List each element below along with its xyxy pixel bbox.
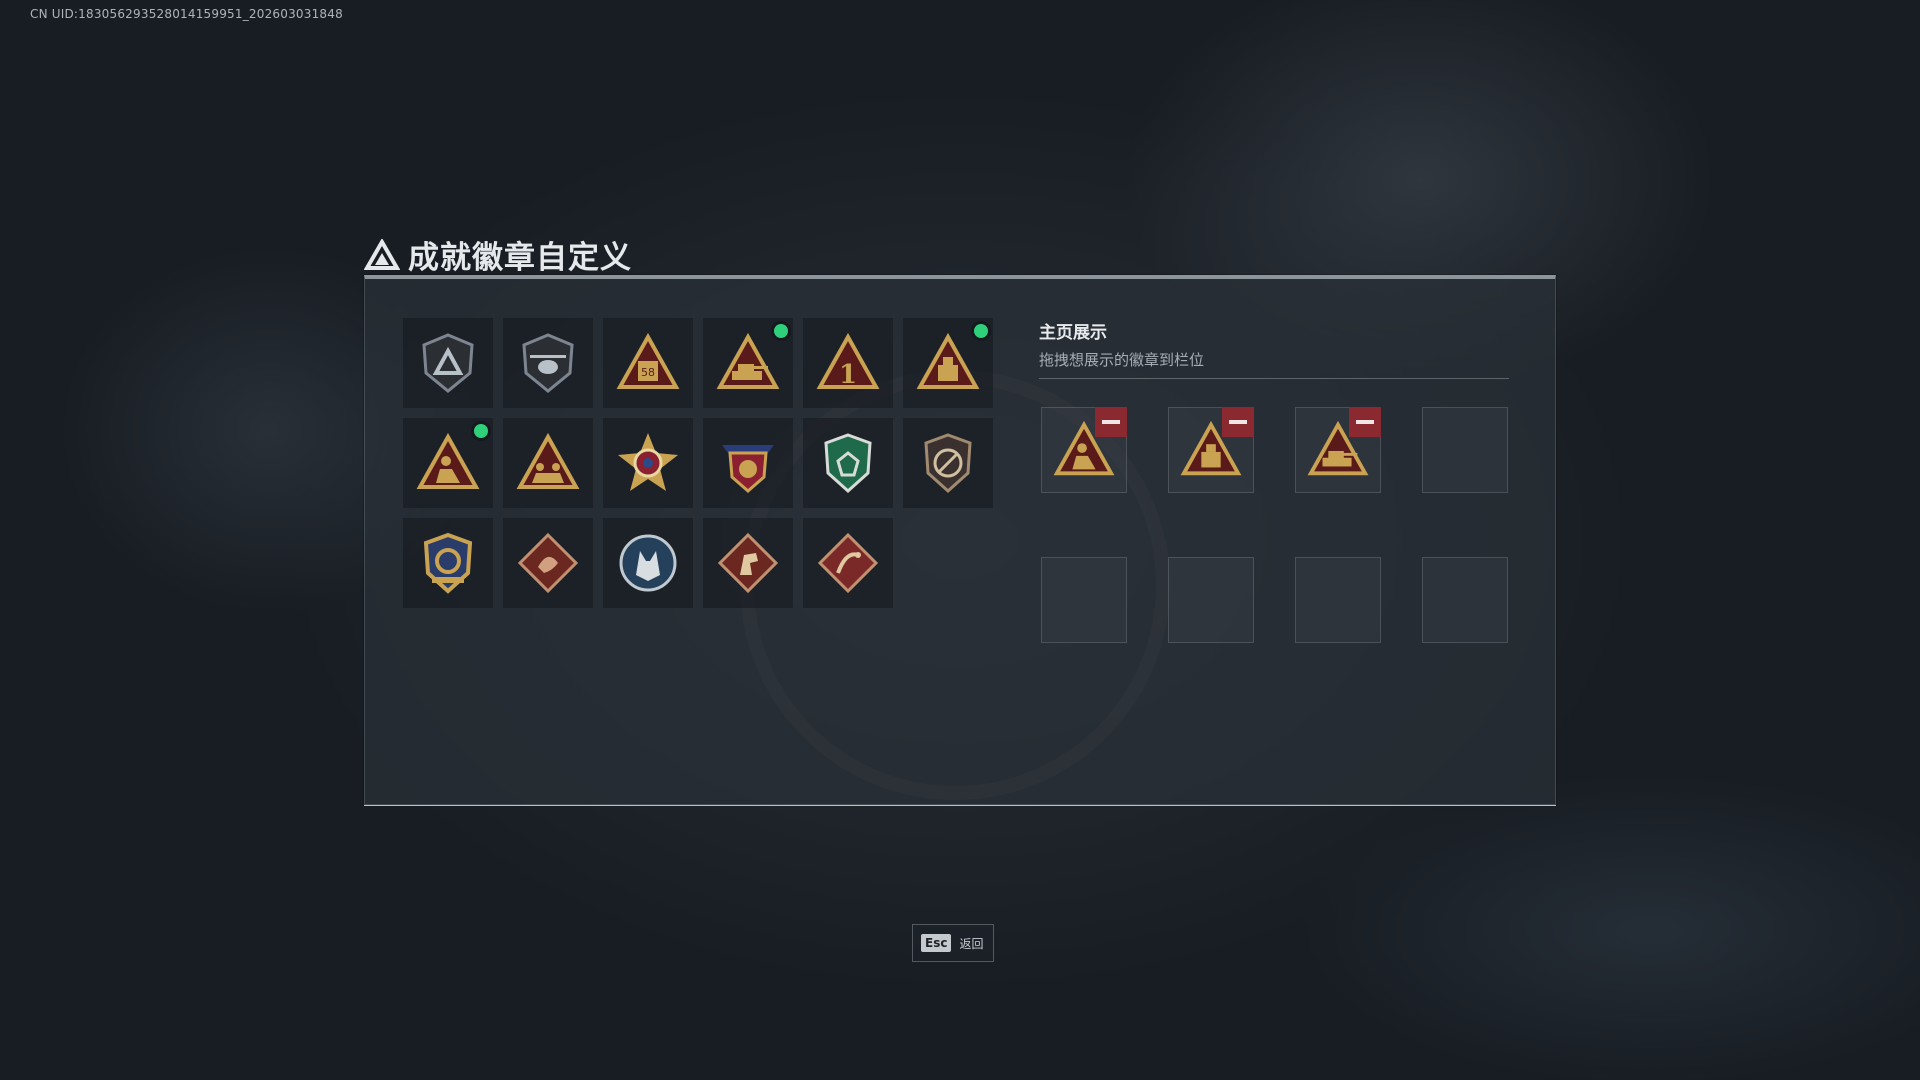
showcase-header: 主页展示 拖拽想展示的徽章到栏位 [1039, 318, 1509, 379]
uid-label: CN UID:183056293528014159951_20260303184… [30, 7, 343, 21]
triangle-tank-icon [716, 332, 780, 389]
eagle-crest-icon [722, 445, 774, 493]
remove-badge-button[interactable] [1095, 407, 1127, 437]
green-shield-icon [824, 433, 872, 494]
svg-text:1: 1 [839, 360, 857, 390]
badge-item[interactable] [803, 518, 893, 608]
hex-shield-triangle-icon [422, 333, 474, 393]
badge-item[interactable] [603, 418, 693, 508]
badge-item[interactable] [503, 318, 593, 408]
showcase-title: 主页展示 [1039, 323, 1107, 343]
badge-item[interactable]: 58 [603, 318, 693, 408]
badge-item[interactable] [903, 318, 993, 408]
minus-icon [1229, 420, 1247, 424]
badge-item[interactable] [803, 418, 893, 508]
svg-text:58: 58 [641, 366, 655, 379]
star-compass-icon [618, 433, 678, 491]
no-weapon-shield-icon [924, 433, 972, 494]
esc-key-hint: Esc [921, 934, 952, 952]
badge-item[interactable] [703, 518, 793, 608]
badge-item[interactable]: 1 [803, 318, 893, 408]
showcase-subtitle: 拖拽想展示的徽章到栏位 [1039, 351, 1205, 369]
page-title: 成就徽章自定义 [408, 240, 632, 276]
showcase-slots [1041, 407, 1508, 643]
showcase-slot-empty[interactable] [1041, 557, 1127, 643]
showcase-slot-empty[interactable] [1295, 557, 1381, 643]
new-indicator-dot [974, 324, 988, 338]
badge-item[interactable] [403, 418, 493, 508]
remove-badge-button[interactable] [1349, 407, 1381, 437]
badge-item[interactable] [403, 318, 493, 408]
badge-item[interactable] [403, 518, 493, 608]
triangle-58-icon: 58 [616, 332, 680, 389]
badge-item[interactable] [703, 318, 793, 408]
triangle-number-one-icon: 1 [816, 332, 880, 390]
showcase-slot-empty[interactable] [1168, 557, 1254, 643]
minus-icon [1356, 420, 1374, 424]
gold-crest-icon [423, 532, 473, 594]
triangle-crate-icon [916, 332, 980, 389]
minus-icon [1102, 420, 1120, 424]
helicopter-shield-icon [522, 333, 574, 393]
badge-item[interactable] [503, 518, 593, 608]
showcase-slot-filled[interactable] [1295, 407, 1381, 493]
new-indicator-dot [474, 424, 488, 438]
triangle-soldier-icon [416, 432, 480, 489]
remove-badge-button[interactable] [1222, 407, 1254, 437]
scorpion-diamond-icon [817, 532, 879, 594]
page-header: 成就徽章自定义 [364, 232, 632, 277]
triangle-squad-icon [516, 432, 580, 489]
showcase-slot-filled[interactable] [1041, 407, 1127, 493]
showcase-slot-filled[interactable] [1168, 407, 1254, 493]
badge-item[interactable] [903, 418, 993, 508]
wolf-circle-icon [619, 534, 677, 592]
back-button[interactable]: Esc 返回 [912, 924, 994, 962]
horse-diamond-icon [717, 532, 779, 594]
showcase-slot-empty[interactable] [1422, 407, 1508, 493]
new-indicator-dot [774, 324, 788, 338]
badge-item[interactable] [603, 518, 693, 608]
dragon-diamond-icon [517, 532, 579, 594]
showcase-slot-empty[interactable] [1422, 557, 1508, 643]
badge-item[interactable] [503, 418, 593, 508]
badge-grid: 58 1 [403, 318, 993, 608]
back-label: 返回 [959, 936, 984, 951]
badge-item[interactable] [703, 418, 793, 508]
triangle-logo-icon [364, 238, 400, 270]
